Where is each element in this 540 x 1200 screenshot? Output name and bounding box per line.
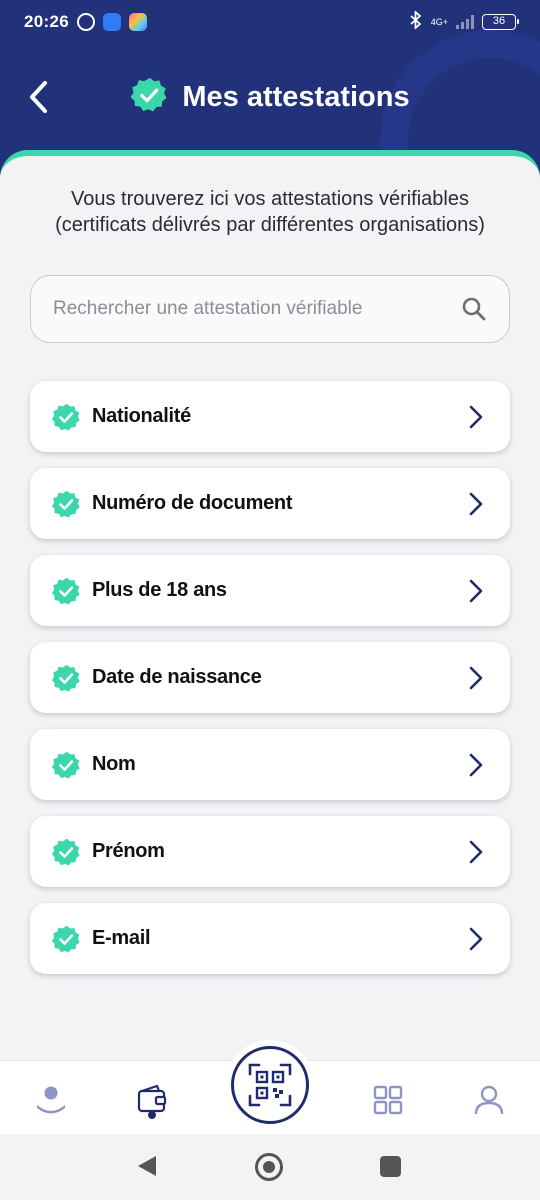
chevron-right-icon (466, 753, 486, 777)
chevron-right-icon (466, 492, 486, 516)
triangle-back-icon (138, 1156, 156, 1176)
chevron-right-icon (466, 666, 486, 690)
intro-line-1: Vous trouverez ici vos attestations véri… (71, 188, 469, 210)
nav-apps-button[interactable] (363, 1075, 413, 1125)
back-button[interactable] (18, 72, 58, 122)
gallery-app-icon (128, 13, 147, 31)
system-recents-button[interactable] (380, 1156, 401, 1177)
attestation-label: Plus de 18 ans (92, 579, 227, 601)
home-person-icon (37, 1086, 65, 1114)
chevron-right-icon (466, 579, 486, 603)
page-title: Mes attestations (182, 81, 410, 113)
attestation-label: Date de naissance (92, 666, 262, 688)
active-nav-indicator (148, 1111, 156, 1119)
attestation-item-prenom[interactable]: Prénom (30, 816, 510, 887)
system-navigation-bar (0, 1134, 540, 1200)
status-bar: 20:26 4G+ 36 (0, 0, 540, 44)
attestation-item-email[interactable]: E-mail (30, 903, 510, 974)
search-input[interactable]: Rechercher une attestation vérifiable (30, 275, 510, 343)
verified-badge-icon (52, 490, 80, 518)
attestation-label: Nationalité (92, 405, 191, 427)
messages-app-icon (102, 13, 121, 31)
verified-badge-icon (52, 925, 80, 953)
alarm-icon (76, 13, 95, 31)
attestation-label: Numéro de document (92, 492, 293, 514)
signal-icon (456, 15, 474, 29)
verified-badge-icon (52, 838, 80, 866)
page-header: Mes attestations (0, 60, 540, 135)
nav-home-button[interactable] (26, 1075, 76, 1125)
search-placeholder: Rechercher une attestation vérifiable (53, 298, 363, 319)
network-type: 4G+ (430, 16, 448, 27)
bluetooth-icon (409, 9, 423, 34)
chevron-right-icon (466, 927, 486, 951)
intro-text: Vous trouverez ici vos attestations véri… (20, 186, 520, 238)
system-home-button[interactable] (255, 1153, 283, 1181)
attestation-label: Nom (92, 753, 136, 775)
attestation-label: E-mail (92, 927, 151, 949)
intro-line-2: (certificats délivrés par différentes or… (55, 214, 485, 236)
attestation-item-date-naissance[interactable]: Date de naissance (30, 642, 510, 713)
profile-icon (474, 1085, 504, 1115)
chevron-left-icon (30, 81, 47, 113)
system-back-button[interactable] (136, 1154, 158, 1183)
verified-badge-icon (130, 76, 168, 119)
qr-scan-icon (248, 1063, 292, 1107)
attestation-item-plus-18-ans[interactable]: Plus de 18 ans (30, 555, 510, 626)
battery-indicator: 36 (482, 14, 519, 30)
home-circle-icon (263, 1161, 275, 1173)
verified-badge-icon (52, 577, 80, 605)
verified-badge-icon (52, 664, 80, 692)
attestation-list: Nationalité Numéro de document Plus de 1… (30, 381, 510, 990)
attestation-label: Prénom (92, 840, 165, 862)
verified-badge-icon (52, 751, 80, 779)
search-icon[interactable] (459, 294, 489, 324)
chevron-right-icon (466, 840, 486, 864)
attestation-item-nationalite[interactable]: Nationalité (30, 381, 510, 452)
grid-icon (373, 1085, 403, 1115)
qr-scan-button[interactable] (231, 1046, 309, 1124)
attestation-item-numero-document[interactable]: Numéro de document (30, 468, 510, 539)
status-time: 20:26 (24, 12, 69, 31)
attestation-item-nom[interactable]: Nom (30, 729, 510, 800)
verified-badge-icon (52, 403, 80, 431)
chevron-right-icon (466, 405, 486, 429)
nav-profile-button[interactable] (464, 1075, 514, 1125)
